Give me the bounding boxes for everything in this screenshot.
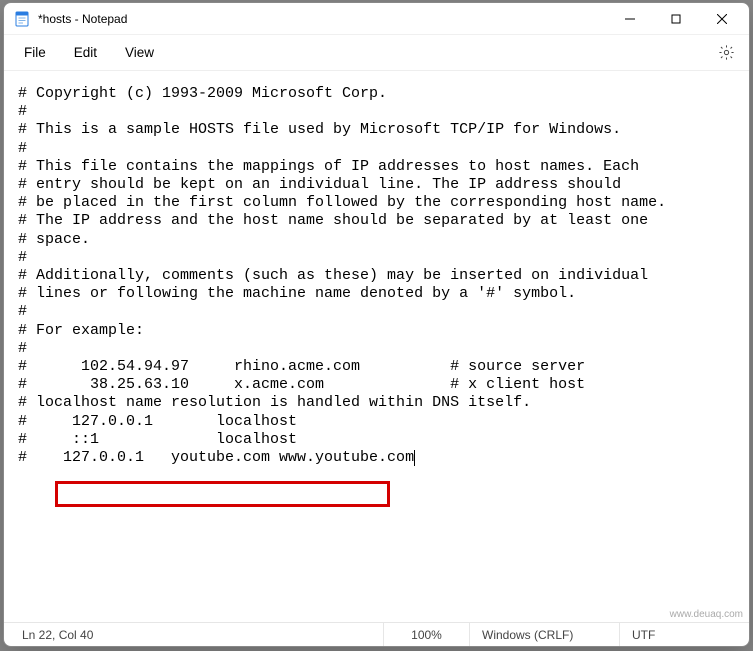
editor-line: # For example: [18, 322, 735, 340]
watermark: www.deuaq.com [670, 609, 743, 620]
status-position: Ln 22, Col 40 [4, 623, 384, 646]
minimize-button[interactable] [607, 4, 653, 34]
editor-line: # space. [18, 231, 735, 249]
editor-line: # [18, 249, 735, 267]
editor-line: # The IP address and the host name shoul… [18, 212, 735, 230]
editor-line: # [18, 103, 735, 121]
text-caret [414, 450, 415, 466]
menubar: File Edit View [4, 35, 749, 71]
menu-view[interactable]: View [111, 39, 168, 66]
statusbar: Ln 22, Col 40 100% Windows (CRLF) UTF [4, 622, 749, 646]
notepad-icon [14, 11, 30, 27]
editor-line: # [18, 303, 735, 321]
gear-icon [718, 44, 735, 61]
editor-line: # lines or following the machine name de… [18, 285, 735, 303]
menu-file[interactable]: File [10, 39, 60, 66]
editor-line: # Copyright (c) 1993-2009 Microsoft Corp… [18, 85, 735, 103]
editor-line: # 127.0.0.1 localhost [18, 413, 735, 431]
editor-line: # Additionally, comments (such as these)… [18, 267, 735, 285]
editor-line: # 38.25.63.10 x.acme.com # x client host [18, 376, 735, 394]
editor-line: # [18, 340, 735, 358]
window-title: *hosts - Notepad [38, 12, 127, 26]
titlebar[interactable]: *hosts - Notepad [4, 3, 749, 35]
text-editor[interactable]: # Copyright (c) 1993-2009 Microsoft Corp… [4, 71, 749, 622]
editor-line: # 102.54.94.97 rhino.acme.com # source s… [18, 358, 735, 376]
settings-button[interactable] [709, 38, 743, 68]
status-encoding: UTF [620, 623, 749, 646]
close-button[interactable] [699, 4, 745, 34]
editor-line: # be placed in the first column followed… [18, 194, 735, 212]
menu-edit[interactable]: Edit [60, 39, 111, 66]
editor-line: # [18, 140, 735, 158]
editor-line: # entry should be kept on an individual … [18, 176, 735, 194]
status-line-ending: Windows (CRLF) [470, 623, 620, 646]
window-controls [607, 4, 745, 34]
editor-line: # localhost name resolution is handled w… [18, 394, 735, 412]
editor-line: # 127.0.0.1 youtube.com www.youtube.com [18, 449, 735, 467]
maximize-button[interactable] [653, 4, 699, 34]
editor-line: # This file contains the mappings of IP … [18, 158, 735, 176]
editor-line: # ::1 localhost [18, 431, 735, 449]
status-zoom[interactable]: 100% [384, 623, 470, 646]
editor-line: # This is a sample HOSTS file used by Mi… [18, 121, 735, 139]
app-window: *hosts - Notepad File Edit View # Copyri… [3, 2, 750, 647]
